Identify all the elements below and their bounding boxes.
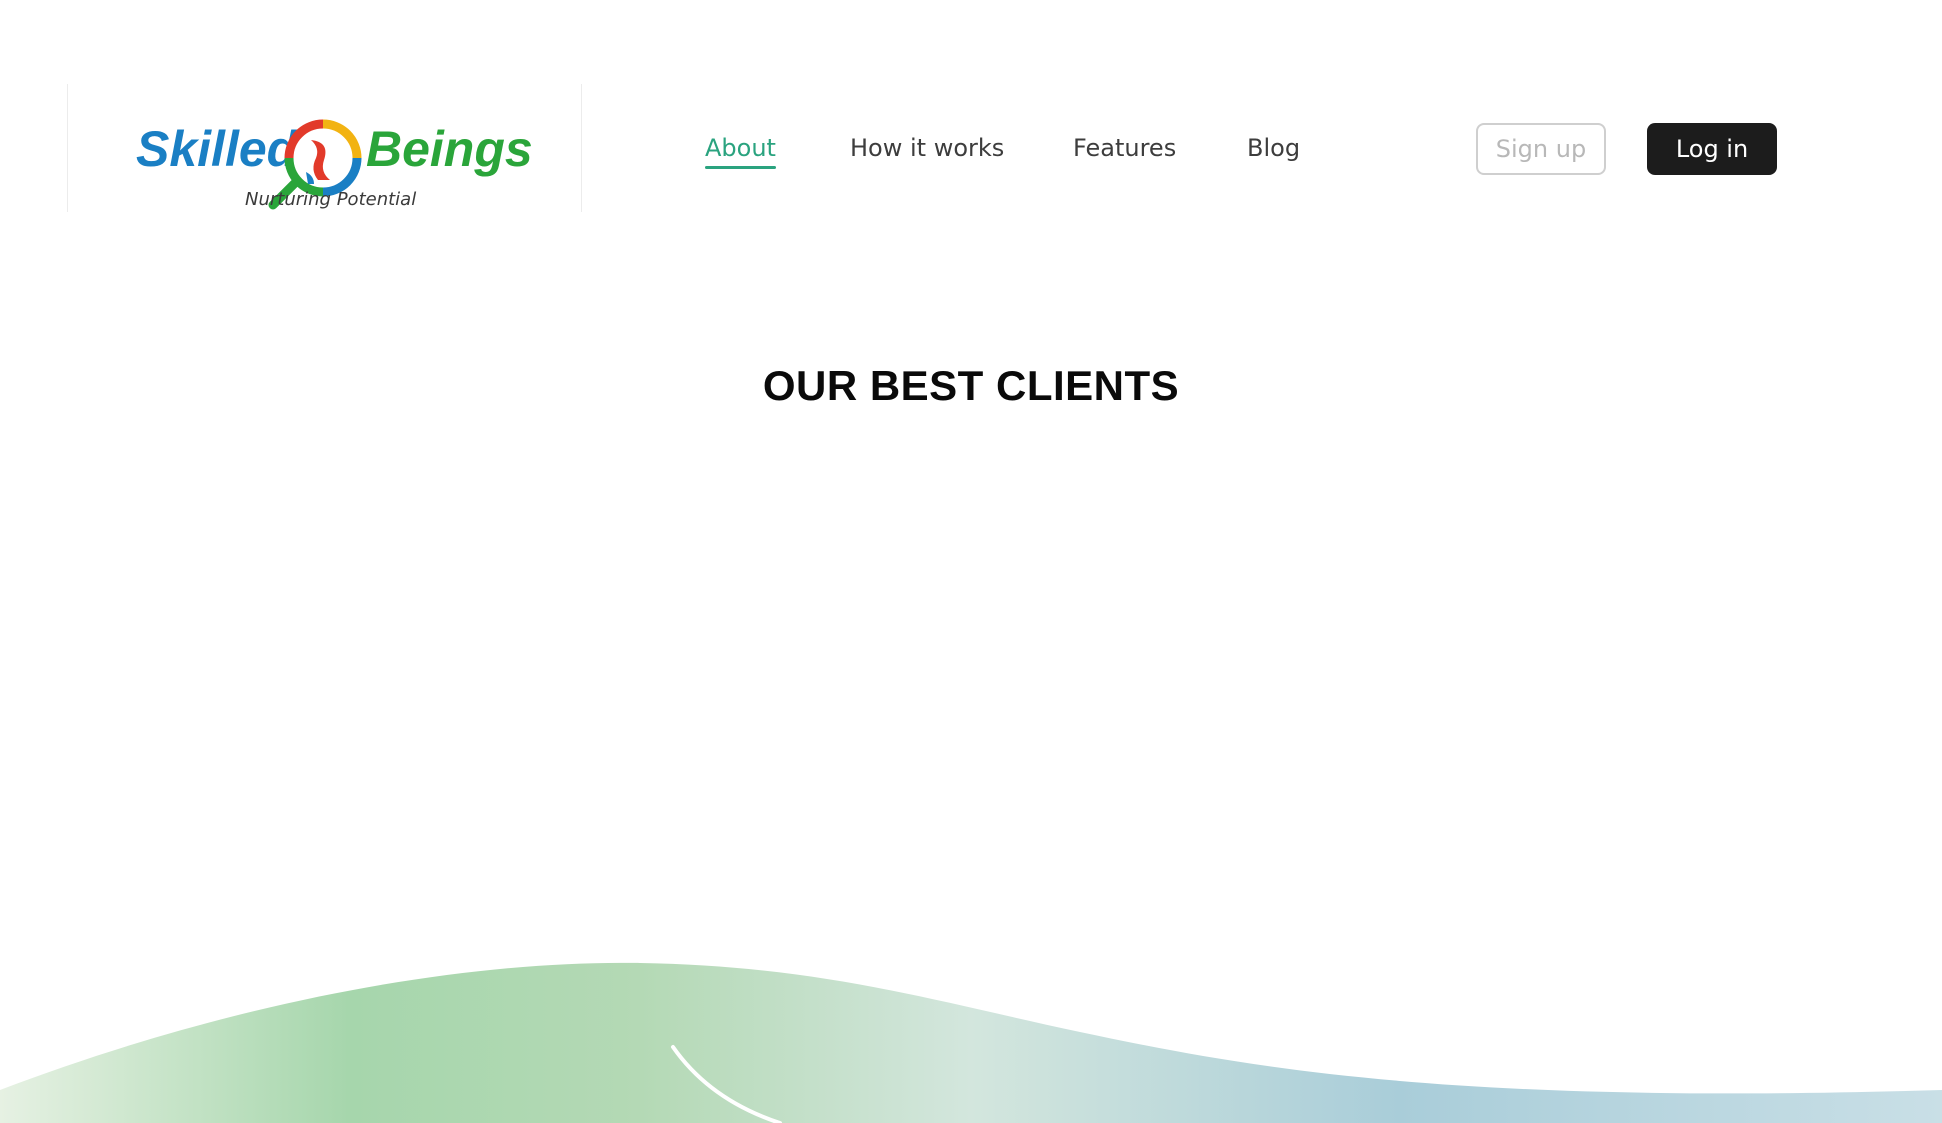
nav-link-about[interactable]: About <box>705 131 776 169</box>
login-button[interactable]: Log in <box>1647 123 1777 175</box>
nav-link-how-it-works[interactable]: How it works <box>850 131 1004 165</box>
decorative-wave <box>0 962 1942 1123</box>
logo-text-beings: Beings <box>366 121 533 177</box>
skilled-beings-logo: Skilled Beings Nurturing Potential <box>136 119 533 210</box>
nav-link-blog[interactable]: Blog <box>1247 131 1300 165</box>
signup-button[interactable]: Sign up <box>1476 123 1606 175</box>
logo-tagline: Nurturing Potential <box>245 189 416 210</box>
section-title: OUR BEST CLIENTS <box>762 362 1180 409</box>
nav-link-features[interactable]: Features <box>1073 131 1176 165</box>
logo-text-skilled: Skilled <box>136 121 299 177</box>
logo-container[interactable]: Skilled Beings Nurturing Potential <box>67 84 582 212</box>
